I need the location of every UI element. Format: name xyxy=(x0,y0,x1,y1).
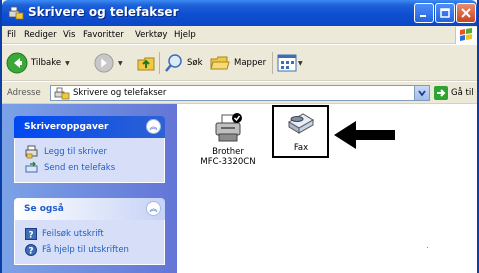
forward-button[interactable]: ▼ xyxy=(94,51,123,75)
folders-button[interactable]: Mapper xyxy=(209,51,266,75)
minimize-button[interactable] xyxy=(414,3,434,23)
forward-arrow-icon xyxy=(94,53,114,73)
add-printer-icon xyxy=(25,145,38,159)
see-also-header[interactable]: Se også ︽ xyxy=(14,198,165,220)
address-value: Skrivere og telefakser xyxy=(73,88,167,98)
window-title: Skrivere og telefakser xyxy=(28,5,179,19)
explorer-window: Skrivere og telefakser Fil Rediger Vis F… xyxy=(0,0,479,273)
task-label: Feilsøk utskrift xyxy=(42,229,104,239)
help-circle-icon: ? xyxy=(25,244,37,256)
task-label: Få hjelp til utskriften xyxy=(42,245,129,255)
back-button[interactable]: Tilbake ▼ xyxy=(6,51,70,75)
views-button[interactable]: ▼ xyxy=(277,51,303,75)
send-fax-icon xyxy=(25,161,38,173)
search-icon xyxy=(165,54,182,72)
maximize-button[interactable] xyxy=(435,3,455,23)
maximize-icon xyxy=(440,8,450,18)
address-dropdown-button[interactable] xyxy=(414,85,430,101)
up-folder-icon xyxy=(137,57,155,71)
printer-tasks-panel: Skriveroppgaver ︽ Legg til skriver Send … xyxy=(14,116,165,183)
back-label: Tilbake xyxy=(31,58,62,68)
printer-item-brother[interactable]: Brother MFC-3320CN xyxy=(200,112,256,167)
address-label: Adresse xyxy=(7,88,41,98)
toolbar-separator xyxy=(272,52,273,74)
svg-text:?: ? xyxy=(28,247,33,257)
task-label: Send en telefaks xyxy=(44,163,116,173)
panel-title: Se også xyxy=(24,204,64,214)
svg-text:?: ? xyxy=(28,231,33,241)
views-dropdown-icon[interactable]: ▼ xyxy=(298,60,303,67)
panel-title: Skriveroppgaver xyxy=(24,122,109,132)
troubleshoot-printing-link[interactable]: ? Feilsøk utskrift xyxy=(15,226,164,242)
address-bar: Adresse Skrivere og telefakser Gå til xyxy=(2,82,477,104)
printer-folder-icon xyxy=(54,87,70,103)
search-button[interactable]: Søk xyxy=(164,51,203,75)
menu-bar: Fil Rediger Vis Favoritter Verktøy Hjelp xyxy=(2,26,477,44)
go-arrow-icon xyxy=(437,89,446,97)
windows-logo-icon xyxy=(455,27,477,44)
back-arrow-icon xyxy=(6,52,28,74)
folders-icon xyxy=(210,56,230,70)
menu-file[interactable]: Fil xyxy=(7,30,16,40)
close-icon xyxy=(461,8,471,18)
menu-favorites[interactable]: Favoritter xyxy=(83,30,124,40)
see-also-panel: Se også ︽ ? Feilsøk utskrift ? Få hjelp … xyxy=(14,198,165,265)
item-label: Brother xyxy=(212,147,244,157)
forward-dropdown-icon[interactable]: ▼ xyxy=(118,60,123,67)
folders-label: Mapper xyxy=(234,58,267,68)
menu-view[interactable]: Vis xyxy=(63,30,75,40)
stray-dot xyxy=(427,247,428,248)
address-input[interactable]: Skrivere og telefakser xyxy=(50,85,416,101)
menu-help[interactable]: Hjelp xyxy=(174,30,196,40)
toolbar-separator xyxy=(159,52,160,74)
collapse-icon[interactable]: ︽ xyxy=(146,119,161,134)
task-pane: Skriveroppgaver ︽ Legg til skriver Send … xyxy=(2,104,177,273)
printer-folder-icon xyxy=(8,5,24,21)
item-label: MFC-3320CN xyxy=(200,157,256,167)
chevron-down-icon xyxy=(418,90,426,97)
panel-body: Legg til skriver Send en telefaks xyxy=(14,138,165,183)
send-fax-link[interactable]: Send en telefaks xyxy=(15,160,164,176)
menu-edit[interactable]: Rediger xyxy=(24,30,57,40)
get-help-printing-link[interactable]: ? Få hjelp til utskriften xyxy=(15,242,164,258)
back-dropdown-icon[interactable]: ▼ xyxy=(65,60,70,67)
close-button[interactable] xyxy=(456,3,476,23)
up-folder-button[interactable] xyxy=(136,51,156,75)
views-icon xyxy=(277,54,297,72)
title-bar[interactable]: Skrivere og telefakser xyxy=(2,0,477,26)
task-label: Legg til skriver xyxy=(44,147,108,157)
pointer-arrow-icon xyxy=(334,121,395,149)
add-printer-link[interactable]: Legg til skriver xyxy=(15,144,164,160)
menu-tools[interactable]: Verktøy xyxy=(135,30,167,40)
minimize-icon xyxy=(420,15,426,17)
go-button[interactable] xyxy=(434,86,448,100)
printer-icon xyxy=(215,113,242,142)
go-label[interactable]: Gå til xyxy=(451,88,474,98)
highlight-frame xyxy=(272,105,329,158)
help-icon: ? xyxy=(25,228,37,240)
toolbar: Tilbake ▼ ▼ Søk Mapper ▼ xyxy=(2,45,477,81)
printer-tasks-header[interactable]: Skriveroppgaver ︽ xyxy=(14,116,165,138)
search-label: Søk xyxy=(187,58,203,68)
collapse-icon[interactable]: ︽ xyxy=(146,201,161,216)
panel-body: ? Feilsøk utskrift ? Få hjelp til utskri… xyxy=(14,220,165,265)
